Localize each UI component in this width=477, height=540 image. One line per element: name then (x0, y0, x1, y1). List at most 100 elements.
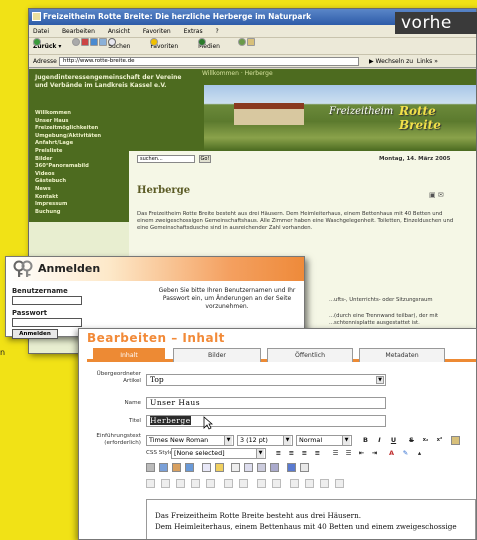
anchor-icon[interactable] (172, 463, 181, 472)
nav-item[interactable]: Umgebung/Aktivitäten (35, 133, 129, 141)
house-image (234, 103, 304, 125)
name-input[interactable]: Unser Haus (146, 397, 386, 409)
horizontal-rule-icon[interactable] (146, 463, 155, 472)
username-input[interactable] (12, 296, 82, 305)
underline-button[interactable]: U (389, 436, 398, 445)
login-submit-button[interactable]: Anmelden (12, 329, 58, 339)
nav-item[interactable]: Videos (35, 171, 129, 179)
subscript-button[interactable]: x₂ (421, 436, 430, 445)
title-input[interactable]: Herberge (146, 415, 386, 427)
table-row-icon[interactable] (146, 479, 155, 488)
cut-icon[interactable] (231, 463, 240, 472)
site-search-input[interactable]: suchen... (137, 155, 195, 163)
go-button[interactable]: ▶ Wechseln zu Links » (369, 55, 438, 68)
org-name: Jugendinteressengemeinschaft der Vereine… (35, 74, 182, 89)
align-right-icon[interactable]: ≡ (300, 449, 309, 458)
highlight-icon[interactable]: ✎ (401, 449, 410, 458)
url-input[interactable]: http://www.rotte-breite.de (59, 57, 359, 66)
media-button[interactable]: Medien (198, 38, 229, 50)
favorites-button[interactable]: Favoriten (150, 38, 187, 50)
delete-col-icon[interactable] (239, 479, 248, 488)
nav-item[interactable]: Freizeitmöglichkeiten (35, 125, 129, 133)
find-icon[interactable] (270, 463, 279, 472)
menu-edit[interactable]: Bearbeiten (62, 28, 95, 35)
nav-item[interactable]: Anfahrt/Lage (35, 140, 129, 148)
ordered-list-icon[interactable]: ☰ (331, 449, 340, 458)
nav-item[interactable]: Gästebuch (35, 178, 129, 186)
back-button[interactable]: Zurück ▾ (33, 38, 61, 50)
site-paragraph: Das Freizeitheim Rotte Breite besteht au… (137, 211, 454, 232)
search-button[interactable]: Suchen (108, 38, 139, 50)
nav-item[interactable]: 360°Panoramabild (35, 163, 129, 171)
cell-props-icon[interactable] (305, 479, 314, 488)
italic-button[interactable]: I (375, 436, 384, 445)
insert-row-icon[interactable] (191, 479, 200, 488)
parent-value: Top (150, 375, 164, 384)
tab-public[interactable]: Öffentlich (267, 348, 353, 362)
nav-item[interactable]: Buchung (35, 209, 129, 217)
nav-item[interactable]: Impressum (35, 201, 129, 209)
justify-icon[interactable]: ≡ (313, 449, 322, 458)
superscript-button[interactable]: x² (435, 436, 444, 445)
site-search-button[interactable]: Go! (199, 155, 211, 163)
row-props-icon[interactable] (320, 479, 329, 488)
save-icon[interactable] (185, 463, 194, 472)
outdent-icon[interactable]: ⇤ (357, 449, 366, 458)
editor-panel: Bearbeiten – Inhalt Inhalt Bilder Öffent… (78, 328, 477, 540)
tab-images[interactable]: Bilder (173, 348, 261, 362)
nav-item[interactable]: Bilder (35, 156, 129, 164)
table-icon[interactable] (202, 463, 211, 472)
editor-title: Bearbeiten – Inhalt (87, 331, 225, 345)
home-icon (99, 38, 108, 46)
password-input[interactable] (12, 318, 82, 327)
more-icon[interactable]: ▴ (415, 449, 424, 458)
site-breadcrumb: Willkommen · Herberge (202, 70, 273, 77)
format-select[interactable]: Normal ▼ (296, 435, 352, 446)
text-color-icon[interactable]: A (387, 449, 396, 458)
clean-icon[interactable] (335, 479, 344, 488)
align-left-icon[interactable]: ≡ (274, 449, 283, 458)
css-styles-select[interactable]: [None selected] ▼ (171, 448, 266, 459)
tab-content[interactable]: Inhalt (93, 348, 165, 362)
menu-help[interactable]: ? (216, 28, 219, 35)
nav-item[interactable]: Preisliste (35, 148, 129, 156)
split-cells-icon[interactable] (272, 479, 281, 488)
size-select[interactable]: 3 (12 pt) ▼ (237, 435, 293, 446)
preview-icon[interactable] (300, 463, 309, 472)
insert-col-icon[interactable] (224, 479, 233, 488)
menu-extras[interactable]: Extras (184, 28, 203, 35)
editor-tabbar: Inhalt Bilder Öffentlich Metadaten (87, 348, 476, 362)
nav-item[interactable]: Kontakt (35, 194, 129, 202)
media-insert-icon[interactable] (287, 463, 296, 472)
menu-favorites[interactable]: Favoriten (143, 28, 171, 35)
merge-cells-icon[interactable] (257, 479, 266, 488)
print-icon[interactable]: ▣ ✉ (429, 191, 444, 199)
align-center-icon[interactable]: ≡ (287, 449, 296, 458)
menu-file[interactable]: Datei (33, 28, 49, 35)
keys-icon (13, 260, 33, 277)
paste-icon[interactable] (257, 463, 266, 472)
strikethrough-button[interactable]: S (407, 436, 416, 445)
table-cell-icon[interactable] (176, 479, 185, 488)
nav-item[interactable]: Unser Haus (35, 118, 129, 126)
delete-row-icon[interactable] (206, 479, 215, 488)
back-arrow-icon (33, 38, 41, 46)
copy-icon[interactable] (244, 463, 253, 472)
intro-text-editor[interactable]: Das Freizeitheim Rotte Breite besteht au… (146, 499, 476, 539)
bold-button[interactable]: B (361, 436, 370, 445)
menu-view[interactable]: Ansicht (108, 28, 130, 35)
parent-select[interactable]: Top ▼ (146, 374, 386, 386)
editor-text-line: Dem Heimleiterhaus, einem Bettenhaus mit… (155, 522, 457, 531)
font-select[interactable]: Times New Roman ▼ (146, 435, 234, 446)
indent-icon[interactable]: ⇥ (370, 449, 379, 458)
chevron-down-icon: ▼ (256, 449, 264, 458)
nav-item[interactable]: Willkommen (35, 110, 129, 118)
nav-item[interactable]: News (35, 186, 129, 194)
unordered-list-icon[interactable]: ☰ (344, 449, 353, 458)
table-col-icon[interactable] (161, 479, 170, 488)
special-char-icon[interactable] (215, 463, 224, 472)
image-icon[interactable] (451, 436, 460, 445)
tab-metadata[interactable]: Metadaten (359, 348, 445, 362)
table-props-icon[interactable] (290, 479, 299, 488)
link-icon[interactable] (159, 463, 168, 472)
